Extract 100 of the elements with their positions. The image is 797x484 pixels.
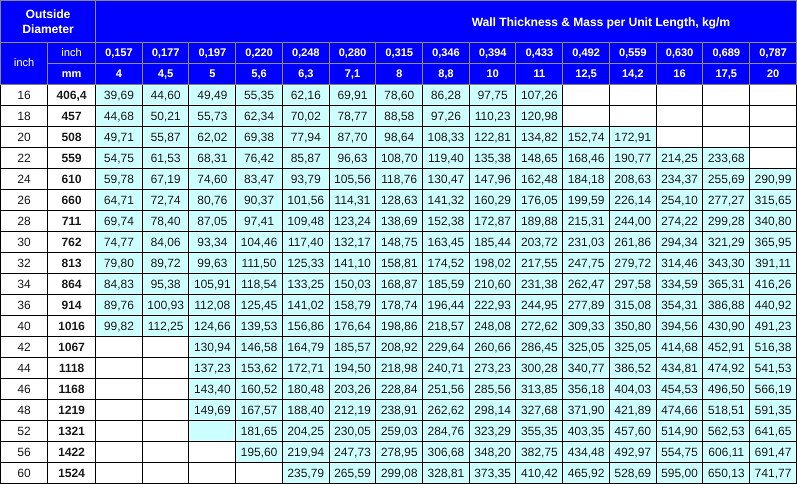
table-cell: 61,53 bbox=[142, 148, 189, 168]
table-cell: 434,81 bbox=[656, 358, 703, 378]
table-cell: 340,77 bbox=[562, 358, 610, 378]
table-cell: 277,27 bbox=[702, 190, 750, 210]
column-header: Wall Thickness & Mass per Unit Length, kg/m bbox=[96, 0, 796, 42]
table-cell: 122,81 bbox=[469, 126, 516, 148]
table-cell: 79,80 bbox=[96, 252, 142, 274]
table-cell: 77,94 bbox=[282, 126, 330, 148]
table-cell: 69,74 bbox=[96, 210, 142, 232]
table-cell: 198,02 bbox=[469, 252, 516, 274]
table-cell: 62,02 bbox=[188, 126, 236, 148]
table-cell: 541,53 bbox=[750, 358, 796, 378]
table-cell: 297,58 bbox=[609, 274, 656, 294]
row-header: 20 bbox=[0, 126, 48, 148]
table-cell: 78,77 bbox=[329, 106, 376, 126]
table-cell: 148,65 bbox=[516, 148, 563, 168]
table-cell: 156,86 bbox=[282, 316, 330, 336]
table-cell: 104,46 bbox=[236, 232, 282, 252]
row-header: 28 bbox=[0, 210, 48, 232]
table-cell: 90,37 bbox=[236, 190, 282, 210]
table-cell: 88,58 bbox=[376, 106, 423, 126]
column-header: 8,8 bbox=[422, 64, 470, 84]
table-cell: 59,78 bbox=[96, 168, 142, 190]
column-header: 0,433 bbox=[516, 42, 563, 64]
table-cell: 315,65 bbox=[750, 190, 796, 210]
table-cell: 125,33 bbox=[282, 252, 330, 274]
table-cell: 355,35 bbox=[516, 420, 563, 442]
column-header: 20 bbox=[750, 64, 796, 84]
table-cell: 238,91 bbox=[376, 400, 423, 420]
table-cell: 141,10 bbox=[329, 252, 376, 274]
table-cell: 591,35 bbox=[750, 400, 796, 420]
row-header: 24 bbox=[0, 168, 48, 190]
table-cell: 262,62 bbox=[422, 400, 470, 420]
table-cell: 141,32 bbox=[422, 190, 470, 210]
table-cell: 210,60 bbox=[469, 274, 516, 294]
row-header: 26 bbox=[0, 190, 48, 210]
table-cell: 452,91 bbox=[702, 336, 750, 358]
table-cell: 68,31 bbox=[188, 148, 236, 168]
table-cell: 386,52 bbox=[609, 358, 656, 378]
table-cell: 124,66 bbox=[188, 316, 236, 336]
column-header: 12,5 bbox=[562, 64, 610, 84]
table-cell: 185,59 bbox=[422, 274, 470, 294]
table-cell: 691,47 bbox=[750, 442, 796, 462]
table-cell: 516,38 bbox=[750, 336, 796, 358]
table-cell: 74,60 bbox=[188, 168, 236, 190]
table-cell: 235,79 bbox=[282, 462, 330, 484]
table-cell: 143,40 bbox=[188, 378, 236, 400]
table-cell: 130,94 bbox=[188, 336, 236, 358]
table-cell: 234,37 bbox=[656, 168, 703, 190]
table-cell: 130,47 bbox=[422, 168, 470, 190]
table-cell: 118,76 bbox=[376, 168, 423, 190]
table-cell: 49,49 bbox=[188, 84, 236, 106]
row-header: 34 bbox=[0, 274, 48, 294]
table-cell: 86,28 bbox=[422, 84, 470, 106]
table-cell: 230,05 bbox=[329, 420, 376, 442]
table-cell: 391,11 bbox=[750, 252, 796, 274]
table-cell: 315,08 bbox=[609, 294, 656, 316]
table-cell: 176,64 bbox=[329, 316, 376, 336]
table-cell: 218,98 bbox=[376, 358, 423, 378]
row-header: 40 bbox=[0, 316, 48, 336]
table-cell: 260,66 bbox=[469, 336, 516, 358]
table-cell: 188,40 bbox=[282, 400, 330, 420]
table-cell: 430,90 bbox=[702, 316, 750, 336]
table-cell: 97,26 bbox=[422, 106, 470, 126]
column-header: mm bbox=[48, 64, 96, 84]
table-cell: 286,45 bbox=[516, 336, 563, 358]
table-cell: 233,68 bbox=[702, 148, 750, 168]
row-header: 44 bbox=[0, 358, 48, 378]
table-cell: 99,82 bbox=[96, 316, 142, 336]
column-header: 4 bbox=[96, 64, 142, 84]
table-cell: 95,38 bbox=[142, 274, 189, 294]
table-cell: 120,98 bbox=[516, 106, 563, 126]
table-cell: 254,10 bbox=[656, 190, 703, 210]
row-header: 36 bbox=[0, 294, 48, 316]
table-cell: 194,50 bbox=[329, 358, 376, 378]
table-cell: 492,97 bbox=[609, 442, 656, 462]
table-cell: 514,90 bbox=[656, 420, 703, 442]
table-cell: 262,47 bbox=[562, 274, 610, 294]
table-cell: 414,68 bbox=[656, 336, 703, 358]
table-cell: 373,35 bbox=[469, 462, 516, 484]
table-cell: 178,74 bbox=[376, 294, 423, 316]
table-cell: 247,73 bbox=[329, 442, 376, 462]
table-cell: 203,72 bbox=[516, 232, 563, 252]
table-cell: 44,68 bbox=[96, 106, 142, 126]
column-header: 0,394 bbox=[469, 42, 516, 64]
column-header: 16 bbox=[656, 64, 703, 84]
table-cell: 110,23 bbox=[469, 106, 516, 126]
table-cell: 203,26 bbox=[329, 378, 376, 400]
table-cell: 404,03 bbox=[609, 378, 656, 400]
table-cell: 421,89 bbox=[609, 400, 656, 420]
row-header: 52 bbox=[0, 420, 48, 442]
table-cell: 354,31 bbox=[656, 294, 703, 316]
table-cell: 650,13 bbox=[702, 462, 750, 484]
table-cell: 78,40 bbox=[142, 210, 189, 232]
table-cell: 306,68 bbox=[422, 442, 470, 462]
table-cell: 96,63 bbox=[329, 148, 376, 168]
row-header: 42 bbox=[0, 336, 48, 358]
table-cell: 314,46 bbox=[656, 252, 703, 274]
table-cell: 208,63 bbox=[609, 168, 656, 190]
table-cell: 274,22 bbox=[656, 210, 703, 232]
